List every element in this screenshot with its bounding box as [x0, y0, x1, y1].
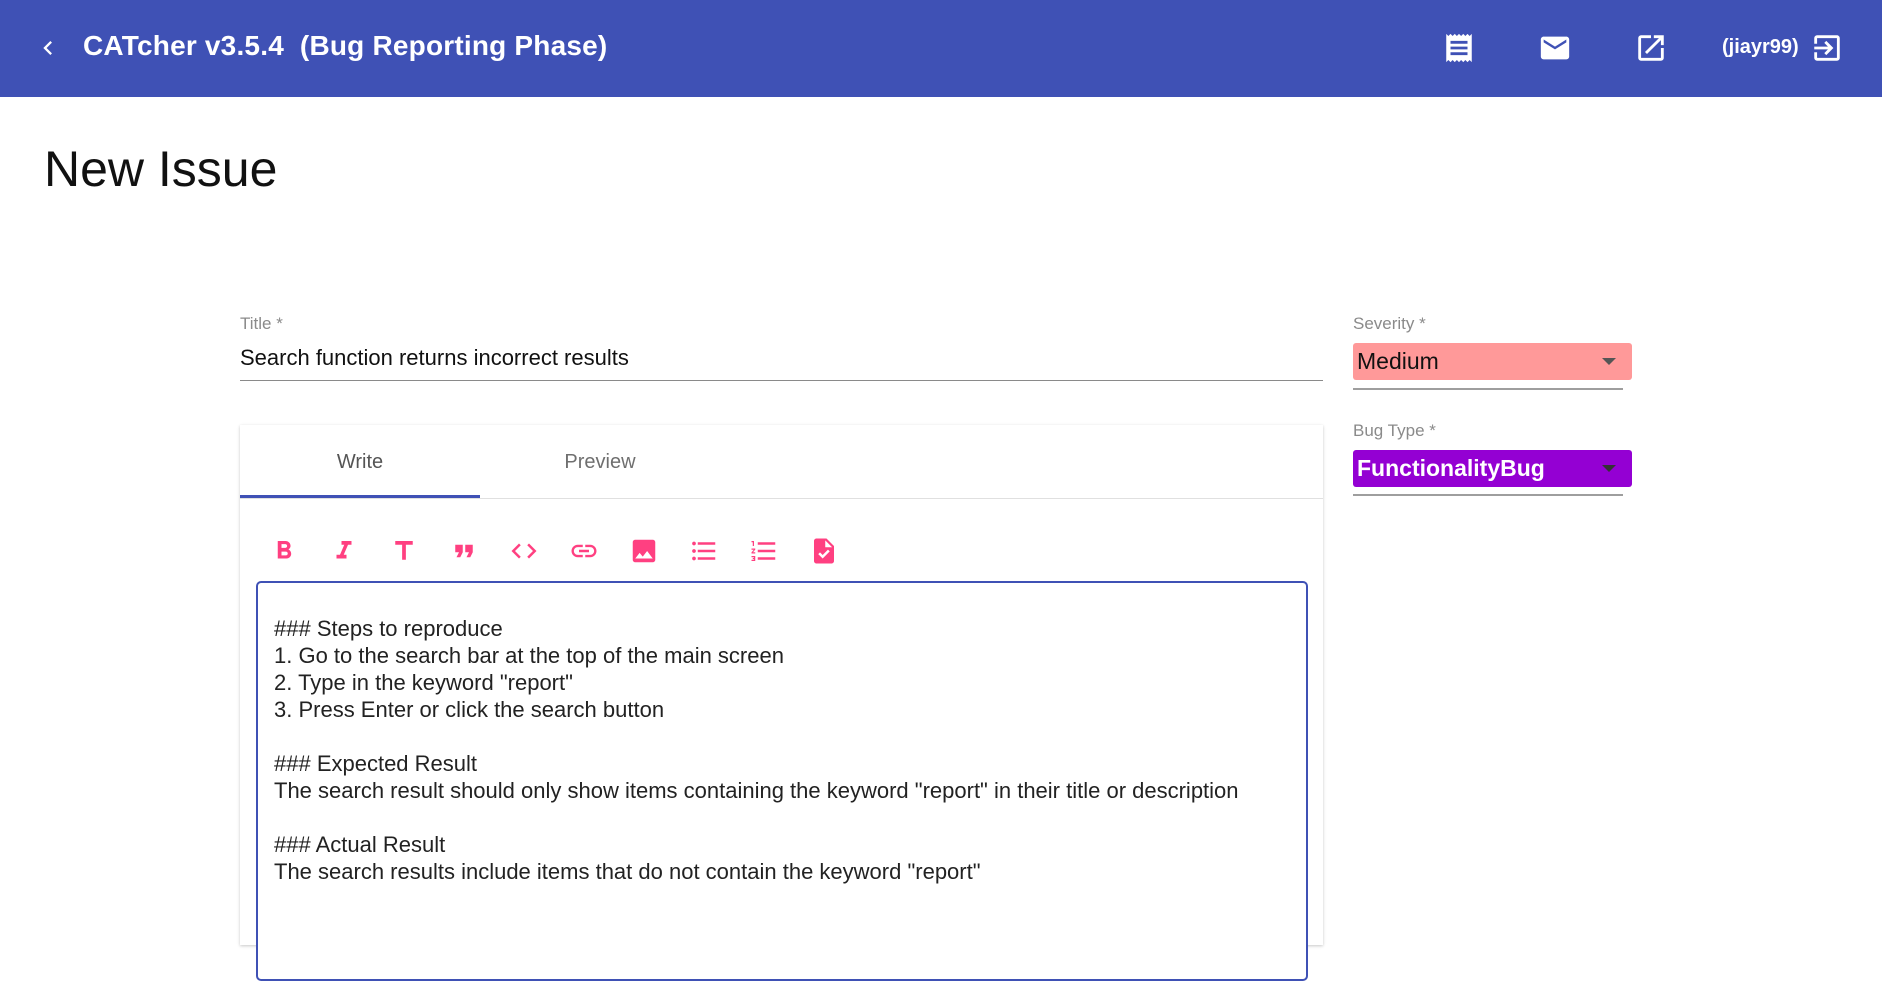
numbered-list-icon	[751, 541, 776, 561]
app-title: CATcher v3.5.4 (Bug Reporting Phase)	[83, 30, 608, 61]
link-button[interactable]	[560, 527, 608, 575]
italic-icon	[336, 541, 352, 559]
image-icon	[632, 539, 656, 563]
numbered-list-button[interactable]	[740, 527, 788, 575]
active-tab-indicator	[240, 495, 480, 498]
description-textarea[interactable]: ### Steps to reproduce 1. Go to the sear…	[256, 581, 1308, 981]
severity-label: Severity *	[1353, 314, 1426, 333]
bug-type-underline	[1353, 494, 1623, 496]
description-editor-card: Write Preview ### Steps to reproduce 1. …	[240, 425, 1323, 981]
back-arrow-icon	[43, 41, 52, 55]
severity-select[interactable]: Medium	[1353, 343, 1632, 380]
quote-icon	[455, 544, 473, 558]
logout-icon	[1814, 35, 1840, 61]
dropdown-arrow-icon	[1602, 358, 1616, 365]
receipt-icon	[1446, 33, 1472, 63]
task-list-icon	[814, 538, 834, 564]
quote-button[interactable]	[440, 527, 488, 575]
severity-underline	[1353, 388, 1623, 390]
task-list-button[interactable]	[800, 527, 848, 575]
dropdown-arrow-icon	[1602, 465, 1616, 472]
editor-tabs: Write Preview	[240, 425, 1323, 499]
title-input[interactable]: Search function returns incorrect result…	[240, 345, 1322, 371]
bold-icon	[277, 541, 292, 559]
tab-preview[interactable]: Preview	[480, 425, 720, 499]
bug-type-select[interactable]: FunctionalityBug	[1353, 450, 1632, 487]
title-underline	[240, 380, 1323, 381]
mail-icon	[1540, 36, 1570, 60]
app-toolbar: CATcher v3.5.4 (Bug Reporting Phase) (ji…	[0, 0, 1882, 97]
open-in-new-icon	[1638, 35, 1664, 61]
header-icon	[395, 541, 413, 560]
tab-write[interactable]: Write	[240, 425, 480, 499]
code-button[interactable]	[500, 527, 548, 575]
bulleted-list-icon	[692, 541, 716, 561]
severity-value: Medium	[1357, 348, 1439, 374]
open-external-button[interactable]	[1633, 30, 1669, 66]
image-button[interactable]	[620, 527, 668, 575]
view-issues-button[interactable]	[1441, 30, 1477, 66]
logout-button[interactable]	[1809, 30, 1845, 66]
mail-button[interactable]	[1537, 30, 1573, 66]
title-label: Title *	[240, 314, 283, 333]
page-title: New Issue	[44, 141, 278, 197]
header-button[interactable]	[380, 527, 428, 575]
back-button[interactable]	[30, 30, 66, 66]
link-icon	[571, 544, 597, 558]
bold-button[interactable]	[260, 527, 308, 575]
bug-type-label: Bug Type *	[1353, 421, 1436, 440]
bug-type-value: FunctionalityBug	[1357, 455, 1545, 481]
italic-button[interactable]	[320, 527, 368, 575]
bulleted-list-button[interactable]	[680, 527, 728, 575]
user-name: (jiayr99)	[1722, 36, 1799, 58]
code-icon	[511, 543, 537, 559]
